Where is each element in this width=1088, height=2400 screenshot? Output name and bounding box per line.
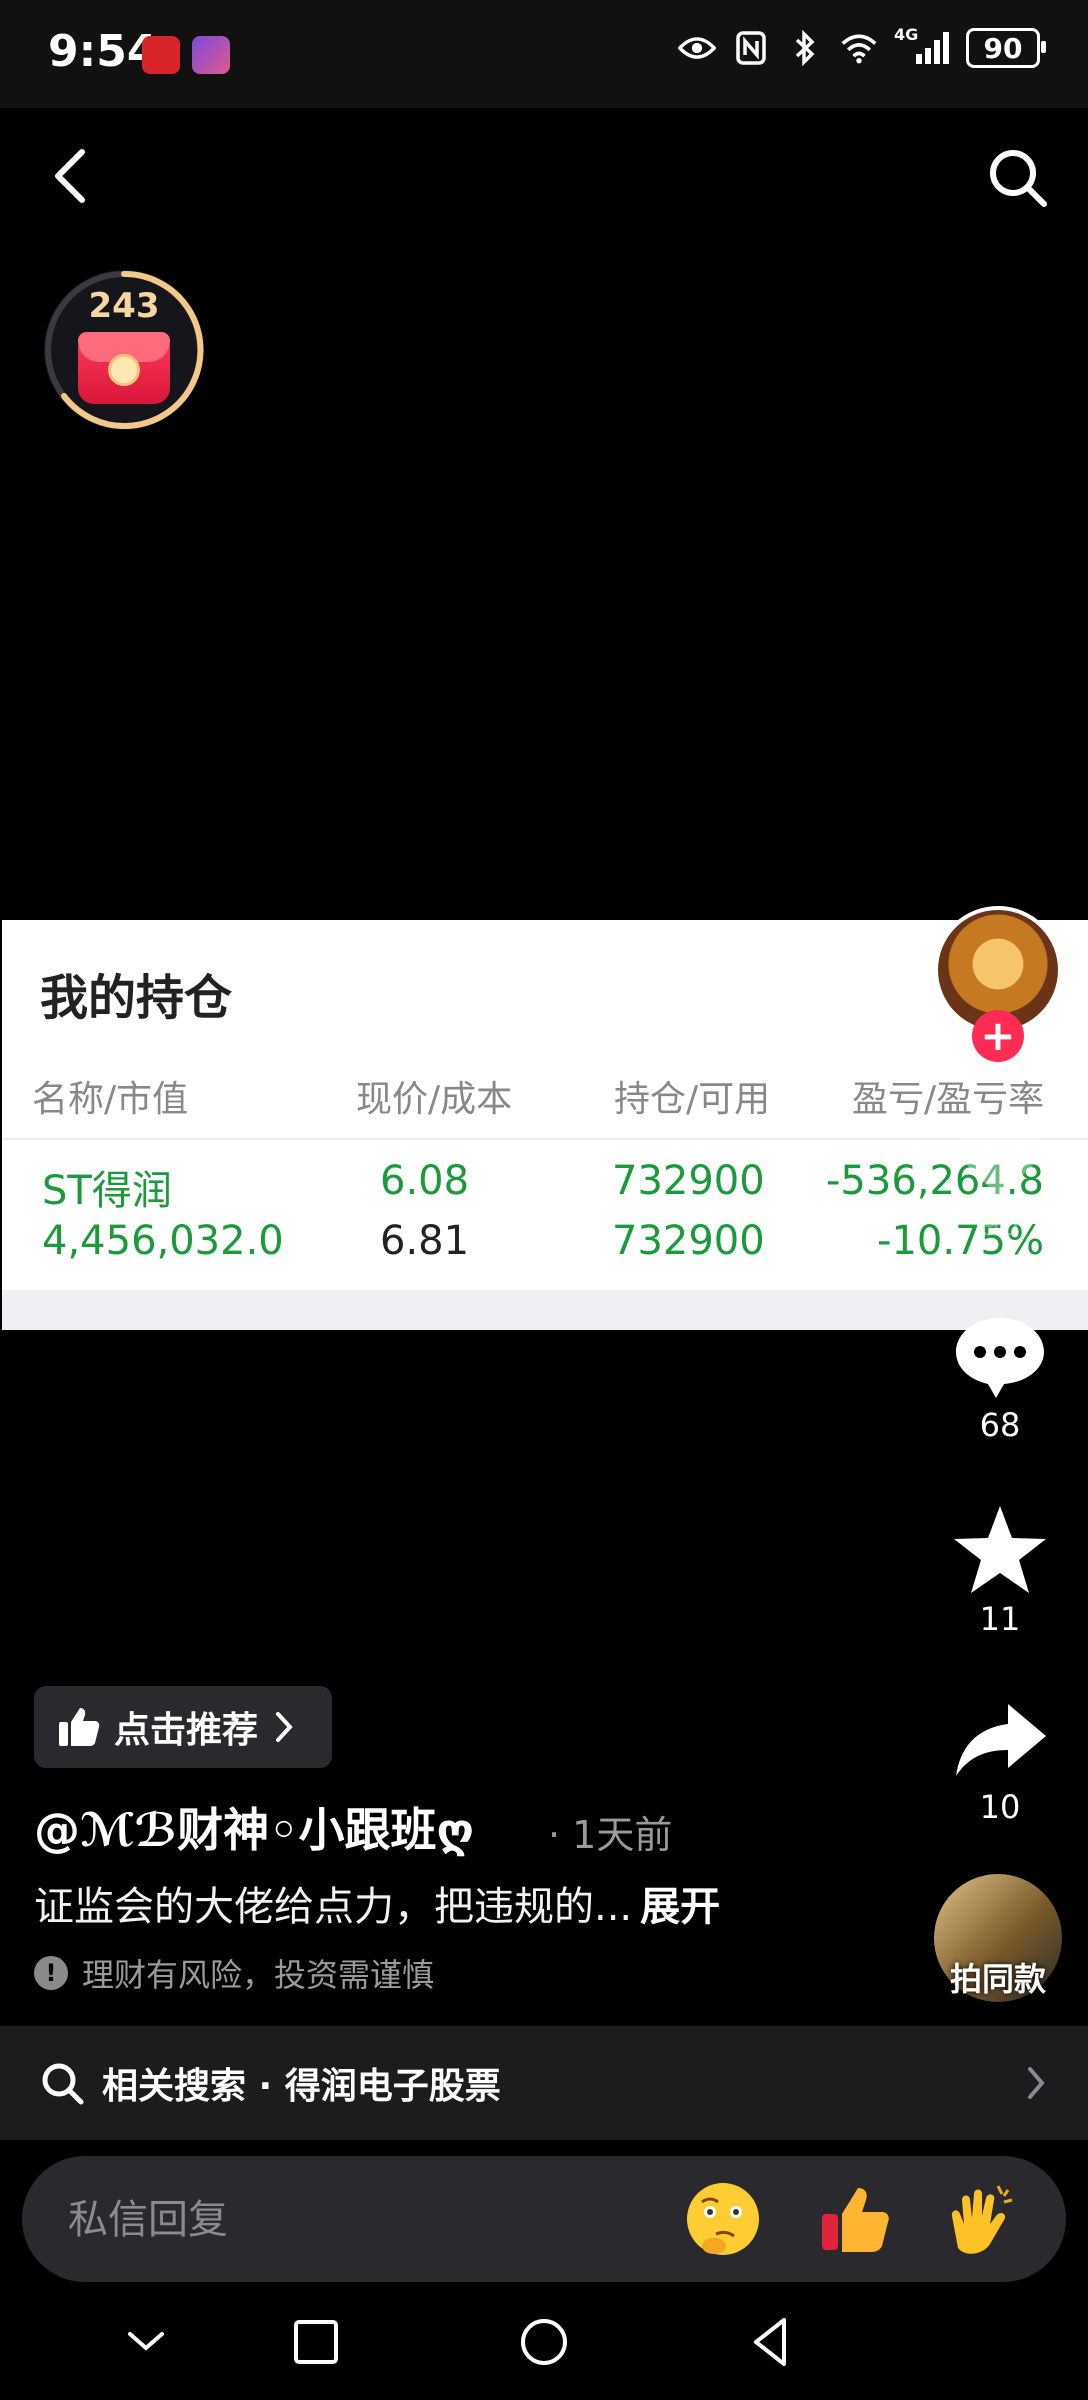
card-footer [2,1290,1088,1330]
reply-bar [22,2156,1066,2284]
system-nav-bar [0,2282,1088,2400]
related-search-text: 相关搜索 · 得润电子股票 [102,2066,501,2107]
share-count: 10 [979,1788,1021,1826]
comment-icon [956,1318,1044,1398]
chevron-left-icon [55,149,85,203]
home-button[interactable] [514,2312,574,2372]
favorite-count: 11 [979,1600,1021,1638]
status-bar: 9:54 4G 90 [0,0,1088,108]
expand-link[interactable]: 展开 [640,1884,720,1930]
battery-icon: 90 [966,28,1046,68]
author-name[interactable]: @ℳℬ财神◦小跟班ღ [34,1794,474,1860]
description-text: 证监会的大佬给点力，把违规的... [34,1884,633,1930]
available-qty: 732900 [612,1218,765,1264]
stock-name: ST得润 [42,1168,172,1214]
post-time: · 1天前 [548,1813,673,1857]
eye-icon [678,29,716,67]
reply-input[interactable] [66,2156,670,2284]
market-value: 4,456,032.0 [42,1218,284,1264]
recommend-label: 点击推荐 [114,1710,259,1751]
warning-icon: ! [34,1956,68,1990]
thinking-emoji-button[interactable] [682,2178,764,2260]
position-qty: 732900 [612,1158,765,1204]
follow-button[interactable]: + [972,1010,1024,1062]
coin-icon [108,354,140,386]
chevron-right-icon [1028,2067,1045,2099]
thumbs-up-emoji-button[interactable] [814,2178,896,2260]
share-button[interactable] [950,1690,1050,1790]
column-header: 名称/市值 [32,1079,189,1120]
share-arrow-icon [956,1704,1046,1776]
heart-icon [958,1123,1042,1198]
column-header: 现价/成本 [356,1079,513,1120]
post-description: 证监会的大佬给点力，把违规的... 展开 [34,1874,720,1932]
red-packet-count: 243 [88,286,160,326]
column-header: 持仓/可用 [614,1079,771,1120]
comment-button[interactable] [950,1306,1050,1406]
like-count: 90 [980,1208,1020,1243]
like-button[interactable] [950,1110,1050,1210]
signal-icon: 4G [894,25,950,67]
holdings-title: 我的持仓 [40,970,233,1026]
risk-text: 理财有风险，投资需谨慎 [82,1956,435,1994]
clapping-emoji-button[interactable] [938,2178,1020,2260]
back-nav-button[interactable] [740,2312,800,2372]
holdings-card: 我的持仓 名称/市值 现价/成本 持仓/可用 盈亏/盈亏率 ST得润 4,456… [2,920,1088,1330]
recents-button[interactable] [286,2312,346,2372]
red-packet-widget[interactable]: 243 [44,270,204,430]
cost-price: 6.81 [380,1218,470,1264]
app-notification-icon [142,36,180,74]
favorite-button[interactable] [950,1500,1050,1600]
wifi-icon [840,29,878,67]
chevron-right-icon [276,1712,293,1742]
search-icon [990,150,1047,207]
comment-count: 68 [979,1406,1021,1444]
current-price: 6.08 [380,1158,470,1204]
status-icons: 4G 90 [678,25,1046,68]
risk-notice: ! 理财有风险，投资需谨慎 [34,1950,434,1996]
recommend-button[interactable]: 点击推荐 [34,1686,332,1768]
related-search-bar[interactable]: 相关搜索 · 得润电子股票 [0,2026,1088,2140]
app-notification-icon [192,36,230,74]
same-style-button[interactable]: 拍同款 [920,1954,1076,2000]
network-type: 4G [894,25,919,44]
bluetooth-icon [786,29,824,67]
search-button[interactable] [986,146,1050,210]
nfc-icon [732,29,770,67]
divider [2,1138,1088,1140]
back-button[interactable] [44,146,104,206]
search-icon [42,2063,84,2105]
thumbs-up-icon [59,1708,100,1746]
star-icon [954,1506,1046,1593]
hide-keyboard-button[interactable] [116,2312,176,2372]
